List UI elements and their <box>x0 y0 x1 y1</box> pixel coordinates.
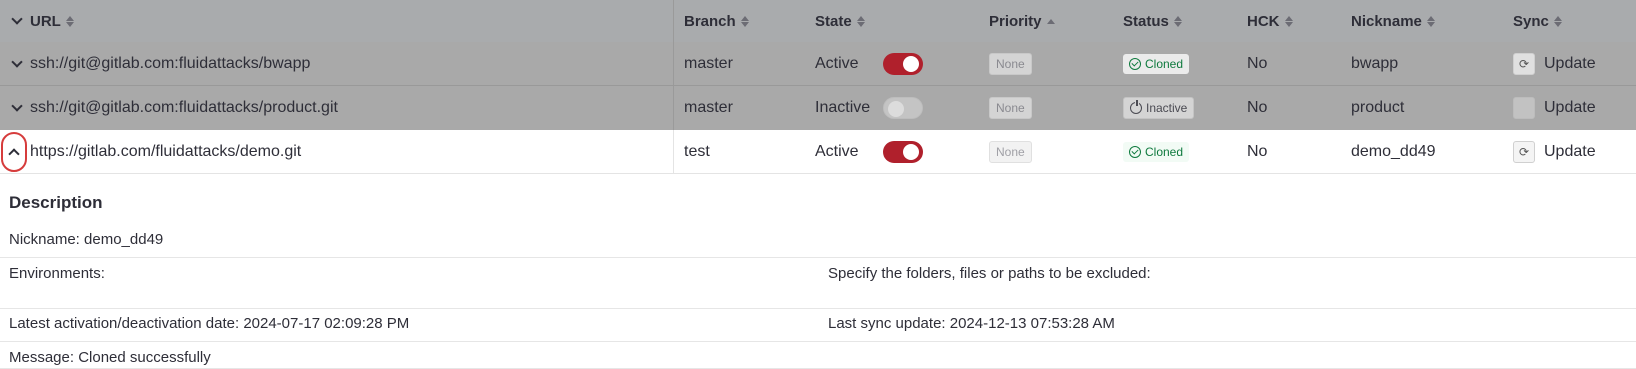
update-button[interactable]: Update <box>1544 42 1596 85</box>
state-toggle[interactable] <box>883 97 923 119</box>
column-header-nickname[interactable]: Nickname <box>1351 0 1435 42</box>
state-toggle[interactable] <box>883 140 923 163</box>
sort-icon <box>1173 15 1182 27</box>
table-header: URL Branch State Priority Status HCK Nic… <box>0 0 1636 42</box>
sort-icon <box>1553 15 1562 27</box>
status-badge: Cloned <box>1123 53 1190 74</box>
chevron-up-icon <box>8 147 20 160</box>
details-last-sync: Last sync update: 2024-12-13 07:53:28 AM <box>828 315 1115 332</box>
column-header-branch[interactable]: Branch <box>684 0 749 42</box>
state-toggle[interactable] <box>883 52 923 75</box>
status-badge: Cloned <box>1123 141 1190 162</box>
column-header-hck[interactable]: HCK <box>1247 0 1293 42</box>
update-button[interactable]: Update <box>1544 86 1596 130</box>
sort-ascending-icon <box>1046 18 1055 24</box>
expand-all-toggle[interactable] <box>6 0 28 42</box>
repo-nickname: demo_dd49 <box>1351 142 1436 160</box>
column-header-sync[interactable]: Sync <box>1513 0 1562 42</box>
details-title: Description <box>9 193 103 212</box>
priority-badge: None <box>989 52 1032 75</box>
column-header-status[interactable]: Status <box>1123 0 1182 42</box>
status-badge: Inactive <box>1123 97 1195 119</box>
sort-icon <box>856 15 865 27</box>
chevron-down-icon <box>11 13 23 25</box>
update-button[interactable]: Update <box>1544 130 1596 173</box>
sort-icon <box>65 15 74 27</box>
priority-badge: None <box>989 140 1032 163</box>
priority-badge: None <box>989 97 1032 119</box>
sort-icon <box>1284 15 1293 27</box>
table-row[interactable]: ssh://git@gitlab.com:fluidattacks/bwapp … <box>0 42 1636 86</box>
repo-state: Active <box>815 54 859 72</box>
row-expand-button[interactable] <box>6 86 28 130</box>
sort-icon <box>740 15 749 27</box>
refresh-icon[interactable]: ⟳ <box>1513 97 1535 119</box>
power-icon <box>1130 100 1142 114</box>
repo-url: https://gitlab.com/fluidattacks/demo.git <box>30 142 302 160</box>
details-environments: Environments: <box>9 265 105 282</box>
refresh-icon[interactable]: ⟳ <box>1513 140 1535 163</box>
repo-branch: test <box>684 142 710 160</box>
table-row[interactable]: https://gitlab.com/fluidattacks/demo.git… <box>0 130 1636 174</box>
refresh-icon[interactable]: ⟳ <box>1513 52 1535 75</box>
repo-nickname: product <box>1351 99 1405 116</box>
check-circle-icon <box>1129 57 1141 70</box>
column-header-state[interactable]: State <box>815 0 865 42</box>
repo-url: ssh://git@gitlab.com:fluidattacks/produc… <box>30 99 338 116</box>
repo-branch: master <box>684 99 733 116</box>
repo-state: Active <box>815 142 859 160</box>
row-collapse-button[interactable] <box>1 131 27 172</box>
column-header-priority[interactable]: Priority <box>989 0 1055 42</box>
repo-branch: master <box>684 54 733 72</box>
sort-icon <box>1426 15 1435 27</box>
repo-nickname: bwapp <box>1351 54 1399 72</box>
row-expand-button[interactable] <box>6 42 28 85</box>
repo-state: Inactive <box>815 99 871 116</box>
details-latest-activation: Latest activation/deactivation date: 202… <box>9 315 410 332</box>
chevron-down-icon <box>11 55 23 68</box>
repo-hck: No <box>1247 142 1268 160</box>
details-message: Message: Cloned successfully <box>9 349 211 366</box>
details-nickname: Nickname: demo_dd49 <box>9 231 164 248</box>
check-circle-icon <box>1129 145 1141 158</box>
column-header-url[interactable]: URL <box>30 0 74 42</box>
repo-url: ssh://git@gitlab.com:fluidattacks/bwapp <box>30 54 311 72</box>
repo-hck: No <box>1247 54 1268 72</box>
repo-hck: No <box>1247 99 1268 116</box>
chevron-down-icon <box>11 100 23 112</box>
details-excluded-paths: Specify the folders, files or paths to b… <box>828 265 1151 282</box>
table-row[interactable]: ssh://git@gitlab.com:fluidattacks/produc… <box>0 86 1636 130</box>
